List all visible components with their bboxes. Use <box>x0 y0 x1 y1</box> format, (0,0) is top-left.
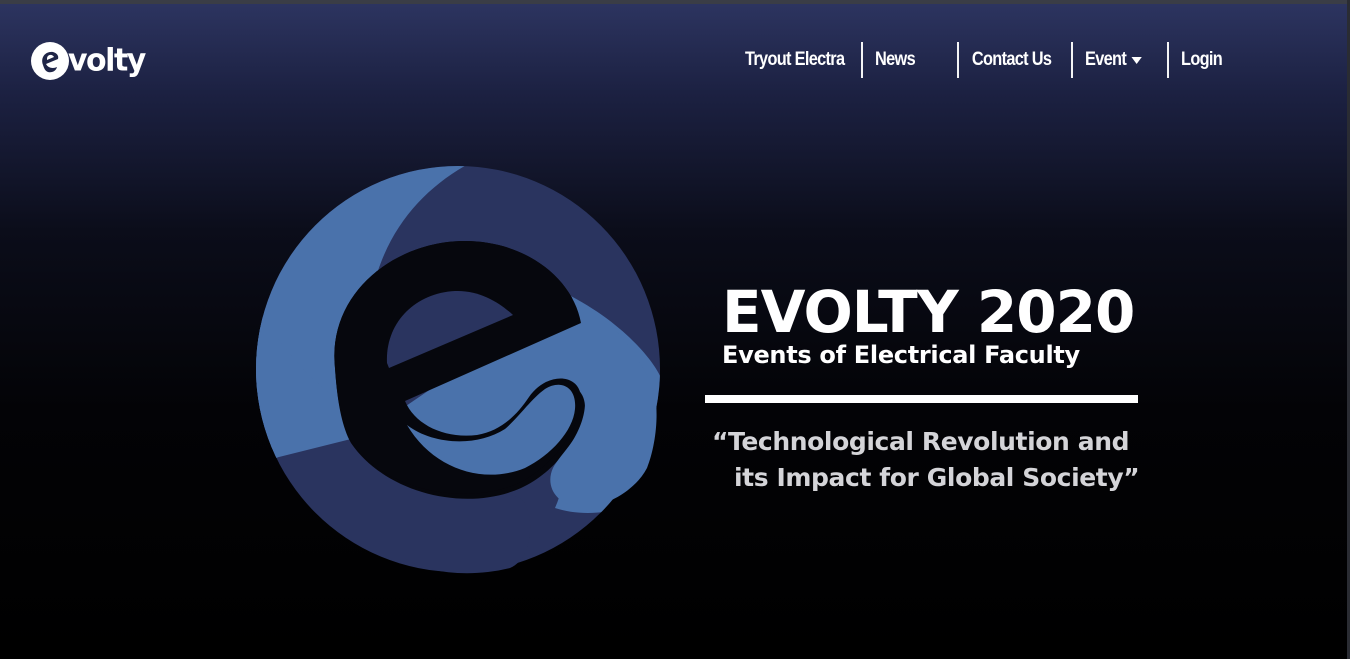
quote-line-2: its Impact for Global Society” <box>734 463 1140 492</box>
hero-subtitle: Events of Electrical Faculty <box>722 341 1080 369</box>
chevron-down-icon <box>1131 56 1142 64</box>
quote-line-1: “Technological Revolution and <box>712 427 1130 456</box>
nav-login[interactable]: Login <box>1169 49 1229 71</box>
hero-quote: “Technological Revolution and its Impact… <box>712 424 1142 496</box>
hero-divider <box>705 395 1138 403</box>
nav-label: News <box>875 49 916 70</box>
window-top-border <box>0 0 1350 4</box>
evolty-e-emblem-icon <box>255 163 661 575</box>
nav-label: Login <box>1181 49 1223 70</box>
evolty-e-logo-icon <box>30 41 70 81</box>
nav-contact-us[interactable]: Contact Us <box>959 49 1055 71</box>
nav-label: Tryout Electra <box>745 49 845 70</box>
site-logo[interactable]: volty <box>30 36 170 86</box>
main-nav: Tryout Electra News Contact Us Event Log… <box>745 42 1239 78</box>
nav-label: Event <box>1085 49 1127 70</box>
nav-tryout-electra[interactable]: Tryout Electra <box>745 49 845 71</box>
nav-event-dropdown[interactable]: Event <box>1073 49 1154 71</box>
logo-text: volty <box>68 42 146 79</box>
nav-label: Contact Us <box>971 49 1052 70</box>
hero-title: EVOLTY 2020 <box>722 278 1135 346</box>
nav-news[interactable]: News <box>863 49 944 71</box>
